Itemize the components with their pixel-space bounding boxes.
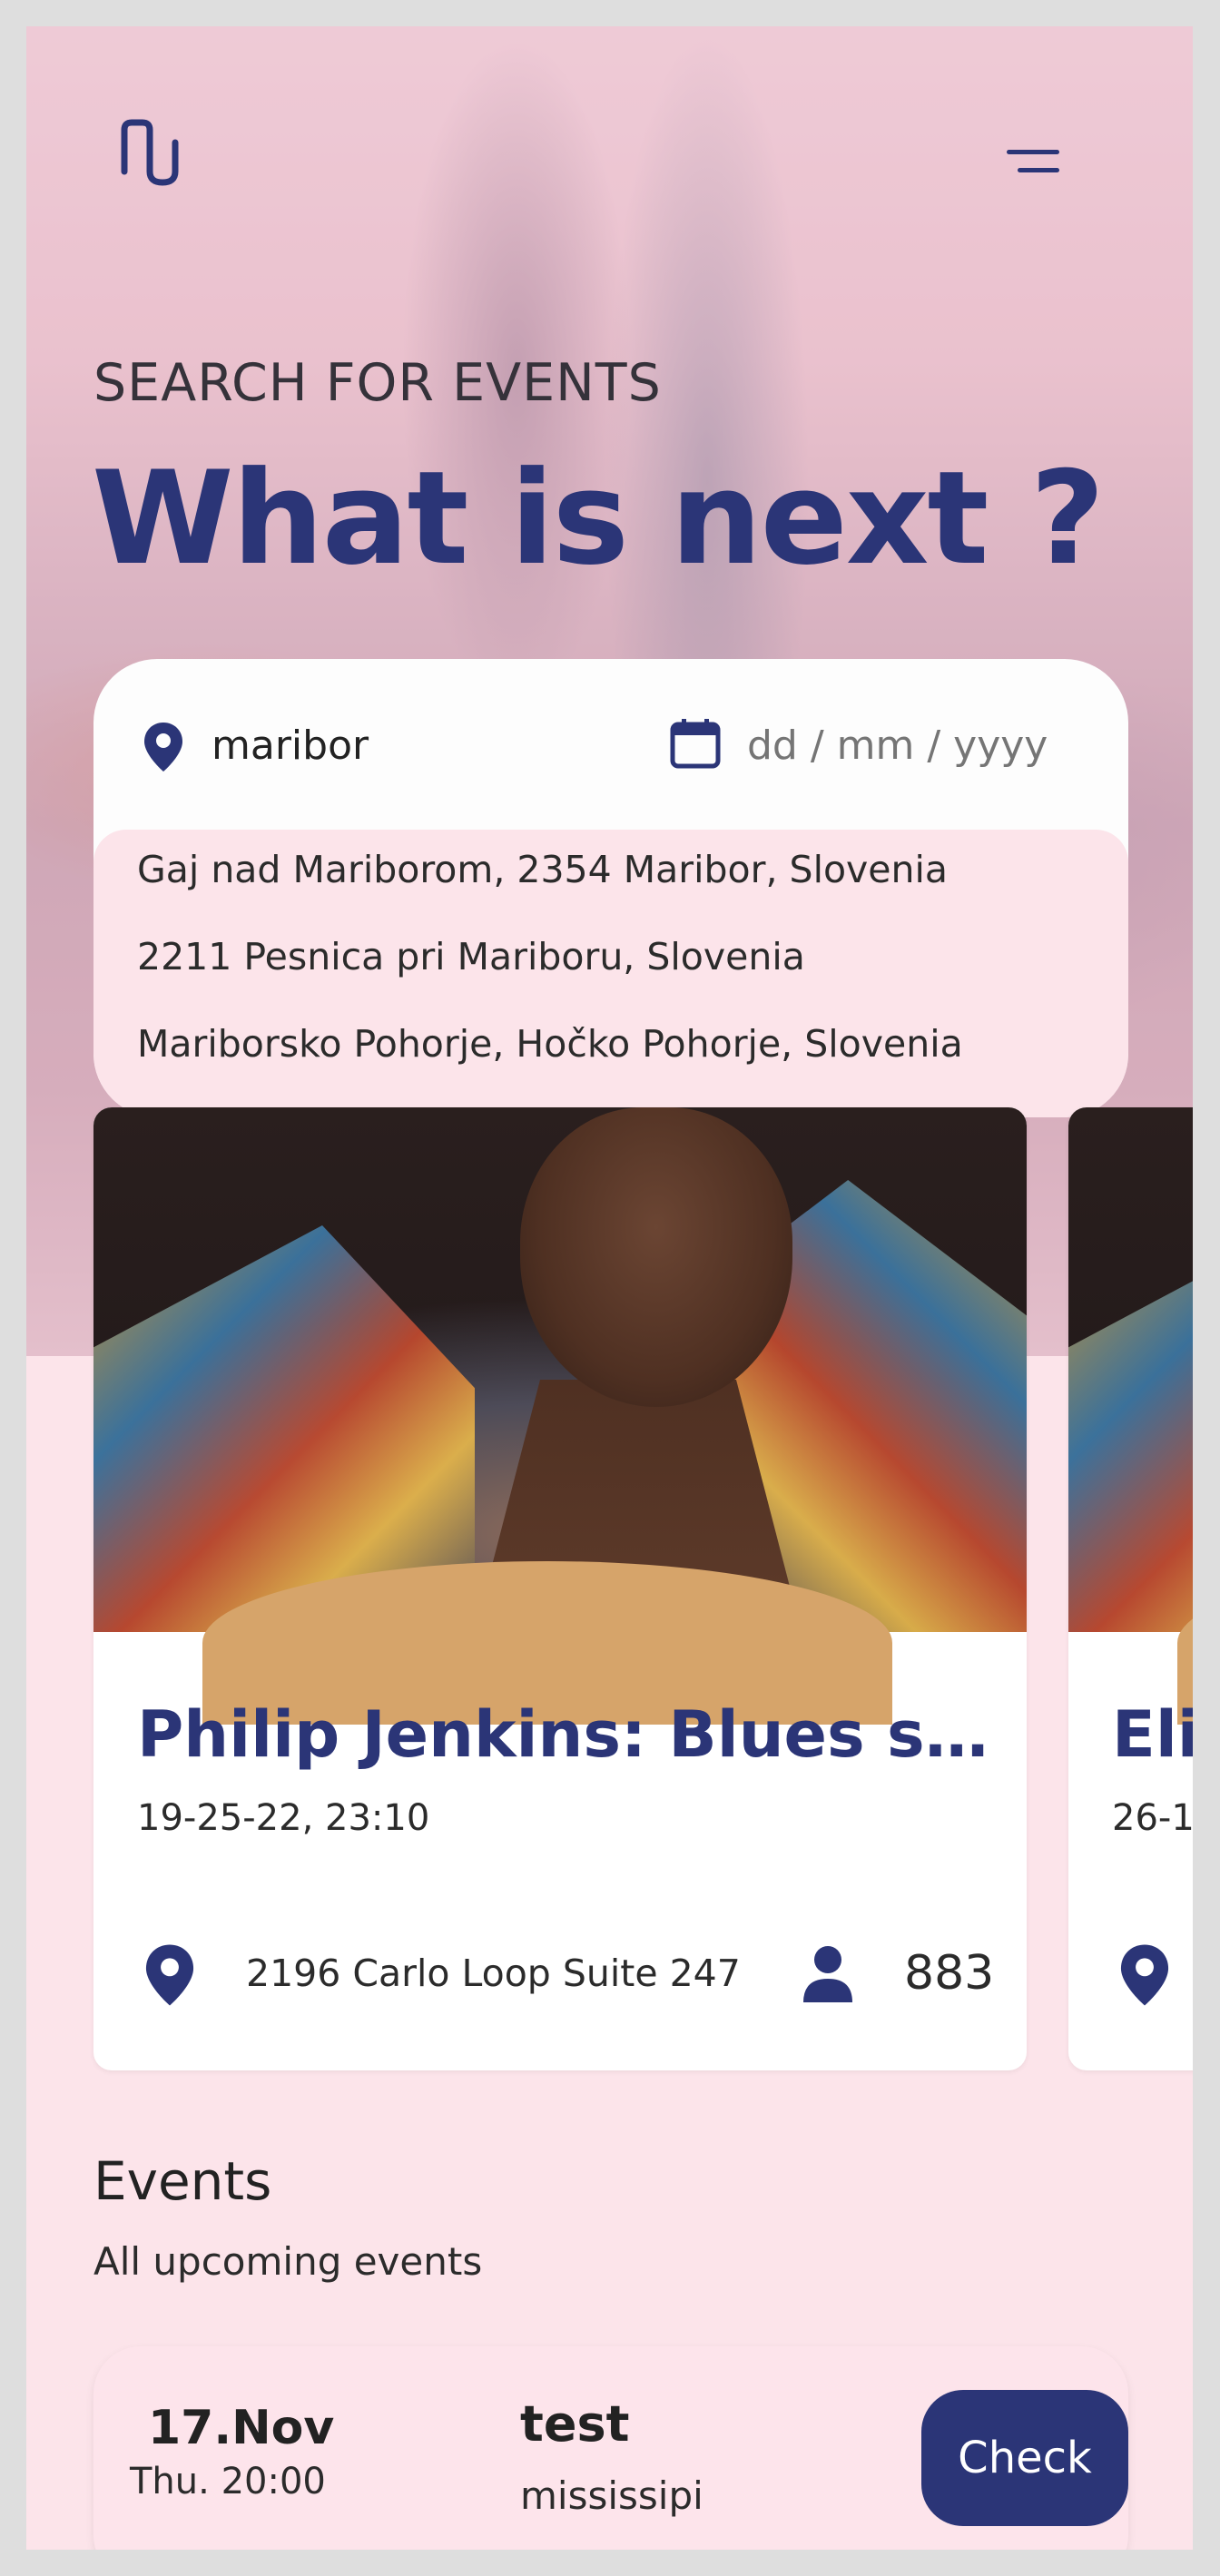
suggestion-item[interactable]: 2211 Pesnica pri Mariboru, Slovenia <box>137 935 805 978</box>
attendee-count: 883 <box>904 1946 995 2001</box>
event-date: 19-25-22, 23:10 <box>137 1797 430 1839</box>
featured-event-card[interactable]: Eliz 26-1 <box>1068 1107 1193 2070</box>
menu-line <box>1018 168 1059 172</box>
calendar-icon[interactable] <box>669 717 722 770</box>
person-icon <box>803 1946 852 2002</box>
event-title: Philip Jenkins: Blues sca... <box>137 1697 999 1772</box>
date-input[interactable] <box>747 713 1092 777</box>
map-pin-icon <box>1120 1944 1169 2006</box>
event-list-item[interactable]: 17.Nov Thu. 20:00 test mississipi Check <box>93 2346 1128 2550</box>
event-image <box>1068 1107 1193 1725</box>
event-list-date: 17.Nov <box>148 2401 335 2455</box>
nu-logo-icon[interactable] <box>115 115 192 192</box>
hero-eyebrow: SEARCH FOR EVENTS <box>93 353 662 413</box>
location-search-input[interactable] <box>212 713 593 777</box>
map-pin-icon <box>145 1944 194 2006</box>
menu-line <box>1007 150 1059 154</box>
event-list-place: mississipi <box>520 2473 703 2518</box>
suggestion-item[interactable]: Mariborsko Pohorje, Hočko Pohorje, Slove… <box>137 1022 963 1066</box>
map-pin-icon <box>144 723 182 772</box>
check-button[interactable]: Check <box>921 2390 1128 2526</box>
event-list-name: test <box>520 2395 630 2453</box>
search-card: Gaj nad Mariborom, 2354 Maribor, Sloveni… <box>93 659 1128 1117</box>
event-address: 2196 Carlo Loop Suite 247 <box>246 1952 741 1995</box>
events-subheading: All upcoming events <box>93 2239 483 2284</box>
event-date: 26-1 <box>1112 1797 1193 1839</box>
event-image <box>93 1107 1027 1725</box>
hero-title: What is next ? <box>92 444 1105 594</box>
location-suggestions-dropdown: Gaj nad Mariborom, 2354 Maribor, Sloveni… <box>93 830 1128 1117</box>
suggestion-item[interactable]: Gaj nad Mariborom, 2354 Maribor, Sloveni… <box>137 848 948 891</box>
events-heading: Events <box>93 2150 272 2212</box>
app-screen: SEARCH FOR EVENTS What is next ? Gaj nad… <box>26 26 1193 2550</box>
event-list-time: Thu. 20:00 <box>130 2461 326 2502</box>
featured-event-card[interactable]: Philip Jenkins: Blues sca... 19-25-22, 2… <box>93 1107 1027 2070</box>
hamburger-menu-icon[interactable] <box>1007 143 1076 182</box>
event-title: Eliz <box>1112 1697 1193 1772</box>
